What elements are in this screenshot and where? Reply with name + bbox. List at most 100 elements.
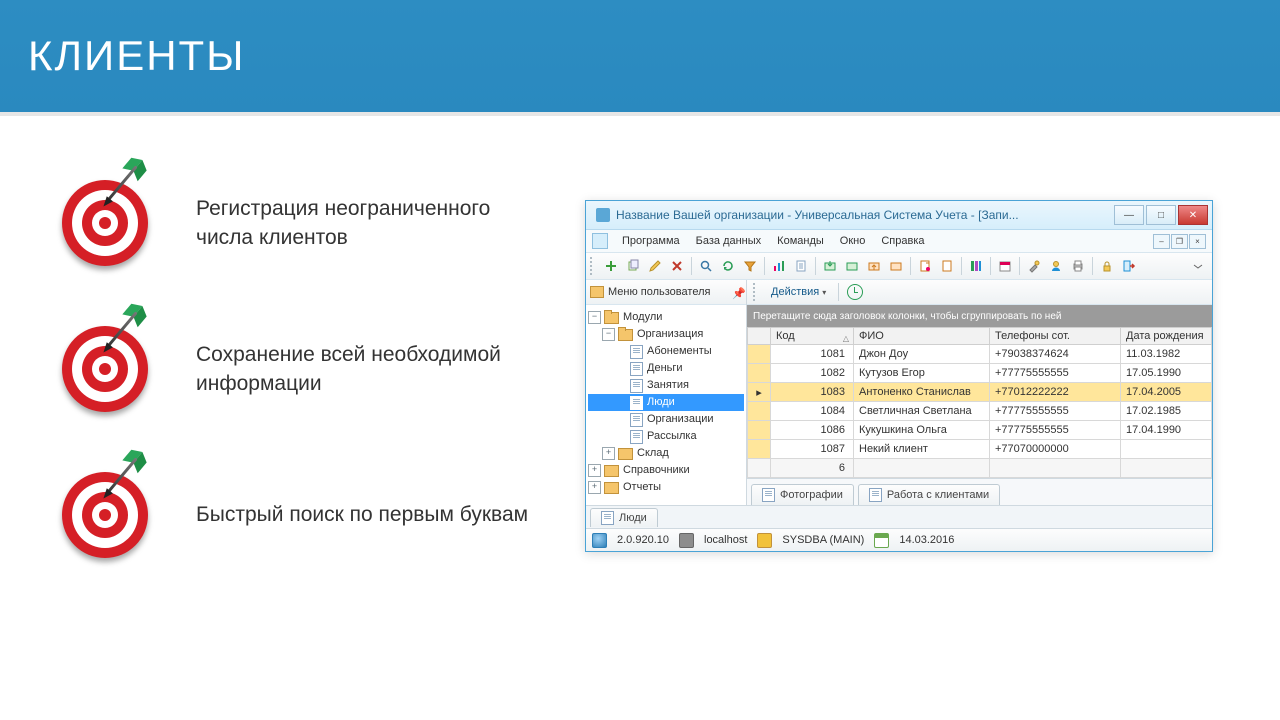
- mdi-controls: – ❐ ×: [1153, 234, 1206, 249]
- nav-tree: −Модули −Организация Абонементы Деньги З…: [586, 305, 746, 500]
- menu-commands[interactable]: Команды: [769, 233, 832, 249]
- tree-item-orgs[interactable]: Организации: [588, 411, 744, 428]
- col-dob[interactable]: Дата рождения: [1121, 328, 1212, 345]
- table-row[interactable]: 1087Некий клиент+77070000000: [748, 440, 1212, 459]
- usermenu-bar[interactable]: Меню пользователя 📌: [586, 280, 746, 305]
- lock-icon[interactable]: [1097, 256, 1117, 276]
- titlebar[interactable]: Название Вашей организации - Универсальн…: [586, 201, 1212, 230]
- menu-program[interactable]: Программа: [614, 233, 688, 249]
- import-icon[interactable]: [864, 256, 884, 276]
- toolbar-handle[interactable]: [753, 283, 759, 301]
- bullet-text: Быстрый поиск по первым буквам: [196, 500, 528, 529]
- add-icon[interactable]: [601, 256, 621, 276]
- export-2-icon[interactable]: [842, 256, 862, 276]
- books-icon[interactable]: [966, 256, 986, 276]
- bullet-text: Регистрация неограниченного числа клиент…: [196, 194, 532, 253]
- document-icon: [762, 488, 775, 502]
- col-code[interactable]: Код△: [771, 328, 854, 345]
- data-grid[interactable]: Код△ ФИО Телефоны сот. Дата рождения 108…: [747, 327, 1212, 478]
- bullet-list: Регистрация неограниченного числа клиент…: [62, 180, 532, 618]
- close-button[interactable]: ✕: [1178, 205, 1208, 225]
- target-icon: [62, 326, 148, 412]
- tree-sklad[interactable]: +Склад: [588, 445, 744, 462]
- mdi-close-button[interactable]: ×: [1189, 234, 1206, 249]
- table-row[interactable]: 1081Джон Доу+7903837462411.03.1982: [748, 345, 1212, 364]
- tree-item-people[interactable]: Люди: [588, 394, 744, 411]
- chart-icon[interactable]: [769, 256, 789, 276]
- exit-icon[interactable]: [1119, 256, 1139, 276]
- menubar: Программа База данных Команды Окно Справ…: [586, 230, 1212, 253]
- edit-icon[interactable]: [645, 256, 665, 276]
- status-bar: 2.0.920.10 localhost SYSDBA (MAIN) 14.03…: [586, 528, 1212, 551]
- tree-sprav[interactable]: +Справочники: [588, 462, 744, 479]
- menu-icon: [592, 233, 608, 249]
- status-user: SYSDBA (MAIN): [782, 534, 864, 546]
- status-host: localhost: [704, 534, 747, 546]
- target-icon: [62, 180, 148, 266]
- user-icon: [757, 533, 772, 548]
- user-icon[interactable]: [1046, 256, 1066, 276]
- col-phone[interactable]: Телефоны сот.: [990, 328, 1121, 345]
- search-icon[interactable]: [696, 256, 716, 276]
- slide-banner: КЛИЕНТЫ: [0, 0, 1280, 112]
- document-icon: [601, 511, 614, 525]
- copy-icon[interactable]: [623, 256, 643, 276]
- maximize-button[interactable]: □: [1146, 205, 1176, 225]
- group-hint-bar[interactable]: Перетащите сюда заголовок колонки, чтобы…: [747, 305, 1212, 327]
- menu-database[interactable]: База данных: [688, 233, 770, 249]
- tree-item-lessons[interactable]: Занятия: [588, 377, 744, 394]
- right-pane: Действия▾ Перетащите сюда заголовок коло…: [747, 280, 1212, 505]
- tools-icon[interactable]: [1024, 256, 1044, 276]
- bullet-text: Сохранение всей необходимой информации: [196, 340, 532, 399]
- export-icon[interactable]: [820, 256, 840, 276]
- doc-tab-people[interactable]: Люди: [590, 508, 658, 527]
- tree-reports[interactable]: +Отчеты: [588, 479, 744, 496]
- table-row[interactable]: 1086Кукушкина Ольга+7777555555517.04.199…: [748, 421, 1212, 440]
- clock-icon[interactable]: [847, 284, 863, 300]
- folder-icon: [590, 286, 604, 298]
- mdi-minimize-button[interactable]: –: [1153, 234, 1170, 249]
- calendar-icon[interactable]: [995, 256, 1015, 276]
- import-2-icon[interactable]: [886, 256, 906, 276]
- print-icon[interactable]: [1068, 256, 1088, 276]
- bullet-item: Сохранение всей необходимой информации: [62, 326, 532, 412]
- table-row[interactable]: ▸1083Антоненко Станислав+7701222222217.0…: [748, 383, 1212, 402]
- document-icon: [869, 488, 882, 502]
- tab-work[interactable]: Работа с клиентами: [858, 484, 1000, 505]
- refresh-icon[interactable]: [718, 256, 738, 276]
- pin-icon[interactable]: 📌: [732, 287, 742, 297]
- status-date: 14.03.2016: [899, 534, 954, 546]
- usermenu-label: Меню пользователя: [608, 286, 710, 298]
- col-rowhead[interactable]: [748, 328, 771, 345]
- host-icon: [679, 533, 694, 548]
- delete-icon[interactable]: [667, 256, 687, 276]
- left-pane: Меню пользователя 📌 −Модули −Организация…: [586, 280, 747, 505]
- menu-help[interactable]: Справка: [873, 233, 932, 249]
- new-doc-icon[interactable]: [915, 256, 935, 276]
- toolbar-overflow-icon[interactable]: [1188, 256, 1208, 276]
- tab-photos[interactable]: Фотографии: [751, 484, 854, 505]
- table-row[interactable]: 1082Кутузов Егор+7777555555517.05.1990: [748, 364, 1212, 383]
- detail-tabs: Фотографии Работа с клиентами: [747, 478, 1212, 505]
- tree-item-abon[interactable]: Абонементы: [588, 343, 744, 360]
- main-toolbar: [586, 253, 1212, 280]
- report-icon[interactable]: [791, 256, 811, 276]
- minimize-button[interactable]: —: [1114, 205, 1144, 225]
- mdi-restore-button[interactable]: ❐: [1171, 234, 1188, 249]
- actions-bar: Действия▾: [747, 280, 1212, 305]
- tree-org[interactable]: −Организация: [588, 326, 744, 343]
- table-row[interactable]: 1084Светличная Светлана+7777555555517.02…: [748, 402, 1212, 421]
- bullet-item: Регистрация неограниченного числа клиент…: [62, 180, 532, 266]
- tree-item-mail[interactable]: Рассылка: [588, 428, 744, 445]
- toolbar-handle[interactable]: [590, 257, 596, 275]
- filter-icon[interactable]: [740, 256, 760, 276]
- tree-root[interactable]: −Модули: [588, 309, 744, 326]
- menu-window[interactable]: Окно: [832, 233, 874, 249]
- actions-button[interactable]: Действия▾: [767, 285, 830, 299]
- col-fio[interactable]: ФИО: [854, 328, 990, 345]
- tree-item-money[interactable]: Деньги: [588, 360, 744, 377]
- new-doc-2-icon[interactable]: [937, 256, 957, 276]
- app-window: Название Вашей организации - Универсальн…: [585, 200, 1213, 552]
- window-title: Название Вашей организации - Универсальн…: [616, 208, 1114, 222]
- globe-icon: [592, 533, 607, 548]
